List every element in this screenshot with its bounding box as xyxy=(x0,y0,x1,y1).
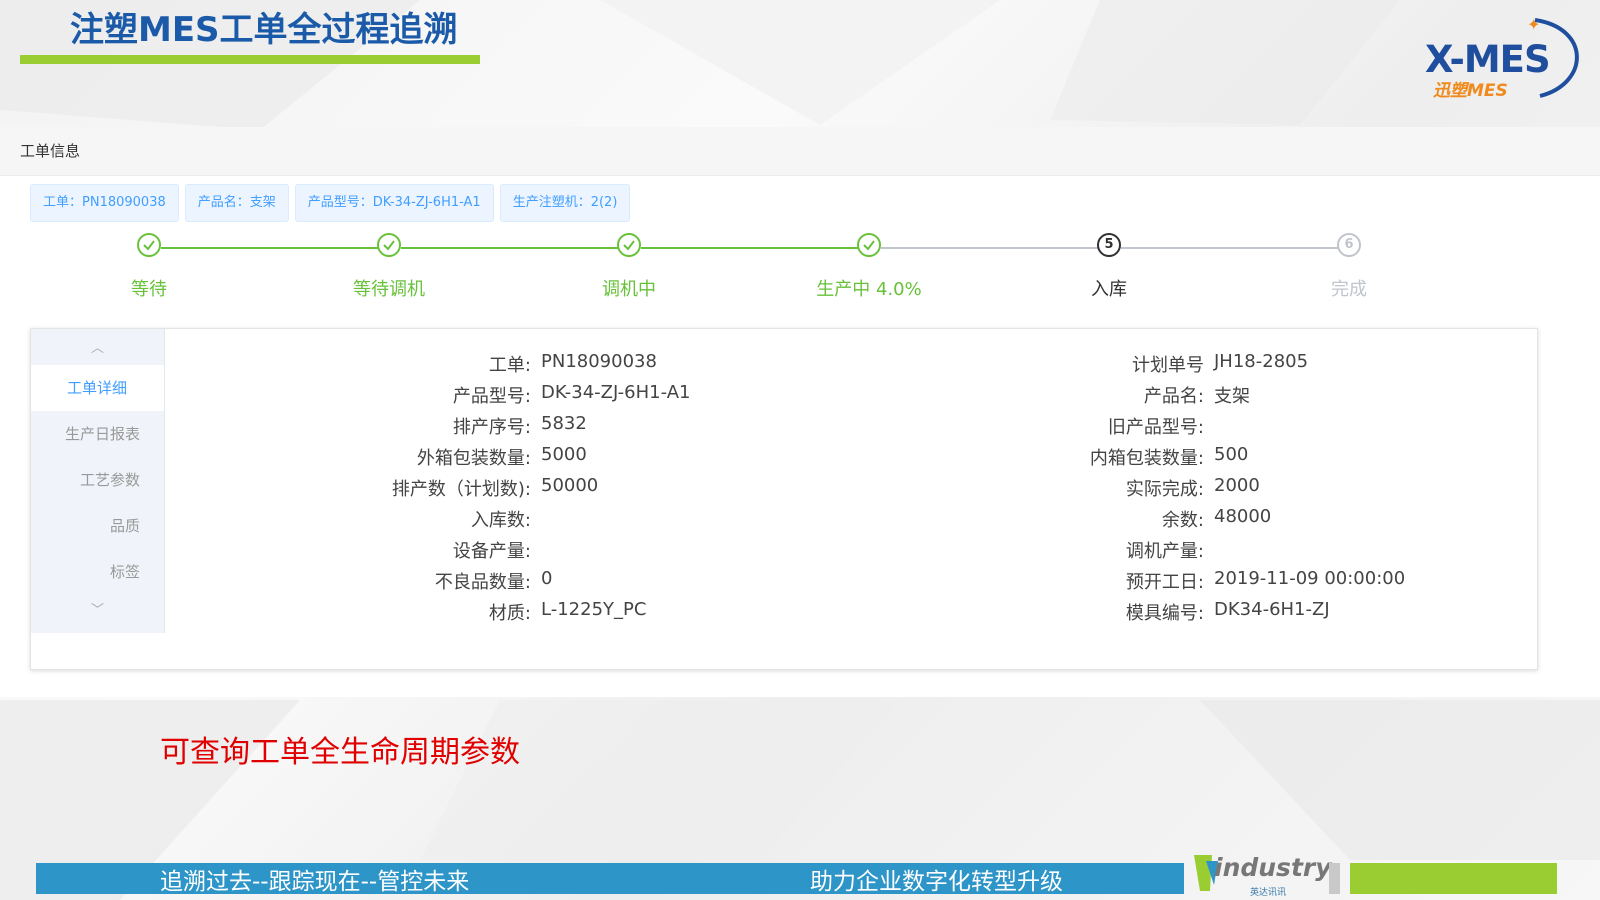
field-value: JH18-2805 xyxy=(1214,351,1309,372)
field-label: 调机产量: xyxy=(1125,541,1204,562)
field-label: 内箱包装数量: xyxy=(1089,448,1204,469)
tag-product-name[interactable]: 产品名：支架 xyxy=(184,184,289,222)
slide-title: 注塑MES工单全过程追溯 xyxy=(70,10,458,50)
tag-product-model[interactable]: 产品型号：DK-34-ZJ-6H1-A1 xyxy=(294,184,494,222)
step-line-2 xyxy=(401,247,619,249)
step-5-number: 5 xyxy=(1104,237,1114,252)
field-label: 余数: xyxy=(1161,510,1204,531)
tag-work-order[interactable]: 工单：PN18090038 xyxy=(30,184,179,222)
industry-logo: industry 英达讯讯 xyxy=(1192,851,1332,898)
footer-green-bar xyxy=(1350,863,1557,894)
industry-logo-text: industry xyxy=(1214,853,1332,882)
step-line-1 xyxy=(161,247,379,249)
sidebar-item-process-params[interactable]: 工艺参数 xyxy=(31,457,164,503)
step-2-label: 等待调机 xyxy=(353,279,425,300)
app-header: 工单信息 xyxy=(0,127,1600,176)
field-label: 不良品数量: xyxy=(434,572,531,593)
field-value: 支架 xyxy=(1214,386,1250,407)
field-value: 5000 xyxy=(541,444,587,465)
step-1-check-icon xyxy=(137,233,161,257)
x-mes-logo: ✦ X-MES 迅塑MES xyxy=(1415,8,1595,101)
field-label: 计划单号 xyxy=(1132,355,1204,376)
logo-subtext: 迅塑MES xyxy=(1433,81,1508,101)
field-label: 预开工日: xyxy=(1125,572,1204,593)
logo-text: X-MES xyxy=(1425,38,1551,81)
field-label: 产品名: xyxy=(1143,386,1204,407)
field-label: 排产数（计划数): xyxy=(391,479,531,500)
field-value: 2019-11-09 00:00:00 xyxy=(1214,568,1406,589)
step-line-3 xyxy=(641,247,859,249)
field-label: 材质: xyxy=(488,603,531,624)
field-value: 2000 xyxy=(1214,475,1260,496)
title-underline xyxy=(20,55,480,64)
field-value: 50000 xyxy=(541,475,599,496)
field-value: PN18090038 xyxy=(541,351,657,372)
field-value: DK34-6H1-ZJ xyxy=(1214,599,1330,620)
field-label: 入库数: xyxy=(470,510,531,531)
step-line-5 xyxy=(1121,247,1339,249)
step-6-number-icon: 6 xyxy=(1337,233,1361,257)
field-value: L-1225Y_PC xyxy=(541,599,647,620)
scroll-up-icon[interactable]: ︿ xyxy=(31,337,164,356)
slide-caption: 可查询工单全生命周期参数 xyxy=(160,735,520,770)
field-label: 模具编号: xyxy=(1125,603,1204,624)
step-6-number: 6 xyxy=(1344,237,1354,252)
field-value: 500 xyxy=(1214,444,1249,465)
detail-card: ︿ 工单详细 生产日报表 工艺参数 品质 标签 ﹀ 工单: PN18090038… xyxy=(30,328,1538,670)
field-value: 5832 xyxy=(541,413,587,434)
scroll-down-icon[interactable]: ﹀ xyxy=(31,599,164,618)
sidebar-item-quality[interactable]: 品质 xyxy=(31,503,164,549)
sidebar-item-daily-report[interactable]: 生产日报表 xyxy=(31,411,164,457)
field-label: 实际完成: xyxy=(1125,479,1204,500)
order-tags: 工单：PN18090038 产品名：支架 产品型号：DK-34-ZJ-6H1-A… xyxy=(30,184,631,222)
field-label: 旧产品型号: xyxy=(1107,417,1204,438)
field-label: 排产序号: xyxy=(452,417,531,438)
footer-slogan-left: 追溯过去--跟踪现在--管控未来 xyxy=(160,869,470,895)
footer-grey-block xyxy=(1329,863,1340,894)
field-value: DK-34-ZJ-6H1-A1 xyxy=(541,382,691,403)
step-3-label: 调机中 xyxy=(602,279,656,300)
industry-logo-subtext: 英达讯讯 xyxy=(1250,888,1287,898)
step-5-number-icon: 5 xyxy=(1097,233,1121,257)
step-5-label: 入库 xyxy=(1091,279,1127,300)
tag-machine[interactable]: 生产注塑机：2(2) xyxy=(499,184,631,222)
svg-text:✦: ✦ xyxy=(1527,15,1540,34)
step-4-label: 生产中 4.0% xyxy=(816,279,922,300)
step-line-4 xyxy=(881,247,1099,249)
step-3-check-icon xyxy=(617,233,641,257)
detail-sidebar: ︿ 工单详细 生产日报表 工艺参数 品质 标签 ﹀ xyxy=(31,329,165,633)
app-header-title: 工单信息 xyxy=(20,142,81,160)
step-1-label: 等待 xyxy=(131,279,167,300)
field-value: 0 xyxy=(541,568,553,589)
step-2-check-icon xyxy=(377,233,401,257)
field-label: 工单: xyxy=(488,355,531,376)
field-value: 48000 xyxy=(1214,506,1272,527)
sidebar-item-labels[interactable]: 标签 xyxy=(31,549,164,595)
step-6-label: 完成 xyxy=(1331,279,1367,300)
footer-slogan-right: 助力企业数字化转型升级 xyxy=(810,869,1063,895)
field-label: 外箱包装数量: xyxy=(416,448,531,469)
field-label: 产品型号: xyxy=(452,386,531,407)
sidebar-item-order-detail[interactable]: 工单详细 xyxy=(31,365,164,411)
step-4-check-icon xyxy=(857,233,881,257)
field-label: 设备产量: xyxy=(452,541,531,562)
